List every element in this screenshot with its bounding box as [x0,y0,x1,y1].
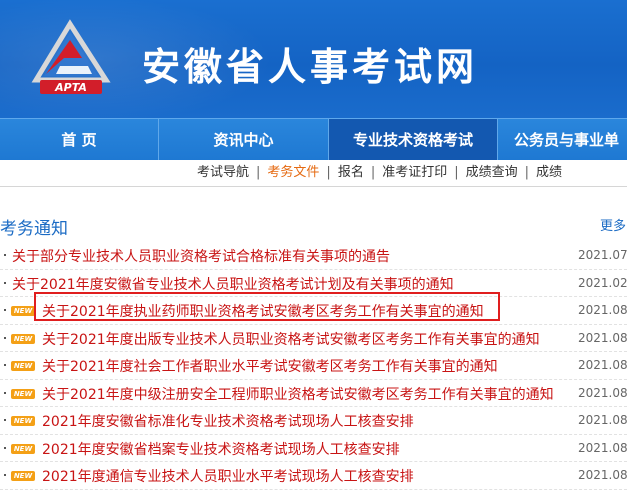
subnav-exam-documents[interactable]: 考务文件 [260,160,326,186]
notice-title[interactable]: 关于2021年度社会工作者职业水平考试安徽考区考务工作有关事宜的通知 [42,356,498,376]
subnav-admission-ticket[interactable]: 准考证打印 [375,160,454,186]
new-badge-icon: NEW [11,306,35,316]
notice-list: 关于部分专业技术人员职业资格考试合格标准有关事项的通告 2021.07. 关于202… [0,242,627,490]
section-title: 考务通知 [0,219,68,239]
notice-row[interactable]: NEW 2021年度安徽省档案专业技术资格考试现场人工核查安排 2021.08. [0,435,627,462]
notice-date: 2021.08. [578,303,627,317]
notice-title[interactable]: 关于部分专业技术人员职业资格考试合格标准有关事项的通告 [12,246,390,266]
notice-date: 2021.08. [578,468,627,482]
notice-row[interactable]: NEW 关于2021年度社会工作者职业水平考试安徽考区考务工作有关事宜的通知 202… [0,352,627,380]
subnav-score[interactable]: 成绩 [529,160,569,186]
new-badge-icon: NEW [11,361,35,371]
bullet-icon [4,309,6,311]
notice-date: 2021.08. [578,358,627,372]
bullet-icon [4,474,6,476]
notice-title[interactable]: 关于2021年度安徽省专业技术人员职业资格考试计划及有关事项的通知 [12,274,454,294]
sub-nav: 考试导航 | 考务文件 | 报名 | 准考证打印 | 成绩查询 | 成绩 [0,160,627,187]
notice-date: 2021.02. [578,275,627,290]
apta-logo-icon[interactable]: APTA [30,18,112,98]
new-badge-icon: NEW [11,333,35,344]
new-badge-icon: NEW [11,416,35,426]
new-badge-icon: NEW [11,471,35,481]
bullet-icon [4,446,6,449]
site-header: APTA 安徽省人事考试网 [0,0,627,118]
notice-row[interactable]: NEW 关于2021年度中级注册安全工程师职业资格考试安徽考区考务工作有关事宜的通… [0,380,627,407]
subnav-registration[interactable]: 报名 [331,160,371,186]
subnav-exam-guide[interactable]: 考试导航 [190,160,256,186]
bullet-icon [4,364,6,366]
notice-title[interactable]: 关于2021年度中级注册安全工程师职业资格考试安徽考区考务工作有关事宜的通知 [42,384,554,404]
notice-date: 2021.08. [578,330,627,345]
logo-text: APTA [54,81,87,94]
new-badge-icon: NEW [11,443,35,454]
site-title[interactable]: 安徽省人事考试网 [142,36,478,91]
highlight-box [34,292,500,321]
notice-row[interactable]: 关于部分专业技术人员职业资格考试合格标准有关事项的通告 2021.07. [0,242,627,270]
bullet-icon [4,336,6,339]
notice-title[interactable]: 2021年度安徽省标准化专业技术资格考试现场人工核查安排 [42,411,414,431]
more-link[interactable]: 更多 [600,215,626,234]
notice-title[interactable]: 关于2021年度出版专业技术人员职业资格考试安徽考区考务工作有关事宜的通知 [42,329,540,349]
nav-home[interactable]: 首 页 [0,119,158,161]
bullet-icon [4,254,6,256]
subnav-score-query[interactable]: 成绩查询 [459,160,525,186]
notice-date: 2021.07. [578,248,627,262]
notice-date: 2021.08. [578,413,627,427]
main-nav: 首 页 资讯中心 专业技术资格考试 公务员与事业单 [0,118,627,161]
nav-professional-exam[interactable]: 专业技术资格考试 [329,119,497,161]
notice-date: 2021.08. [578,440,627,455]
bullet-icon [4,391,6,394]
new-badge-icon: NEW [11,388,35,399]
nav-news-center[interactable]: 资讯中心 [159,119,328,161]
nav-civil-servant[interactable]: 公务员与事业单 [498,119,627,161]
notice-title[interactable]: 2021年度通信专业技术人员职业水平考试现场人工核查安排 [42,466,414,486]
bullet-icon [4,419,6,421]
notice-row[interactable]: NEW 关于2021年度出版专业技术人员职业资格考试安徽考区考务工作有关事宜的通知… [0,325,627,352]
notice-date: 2021.08. [578,385,627,400]
notice-row[interactable]: NEW 2021年度通信专业技术人员职业水平考试现场人工核查安排 2021.08. [0,462,627,490]
notice-row[interactable]: NEW 2021年度安徽省标准化专业技术资格考试现场人工核查安排 2021.08. [0,407,627,435]
bullet-icon [4,281,6,284]
notice-title[interactable]: 2021年度安徽省档案专业技术资格考试现场人工核查安排 [42,439,400,459]
